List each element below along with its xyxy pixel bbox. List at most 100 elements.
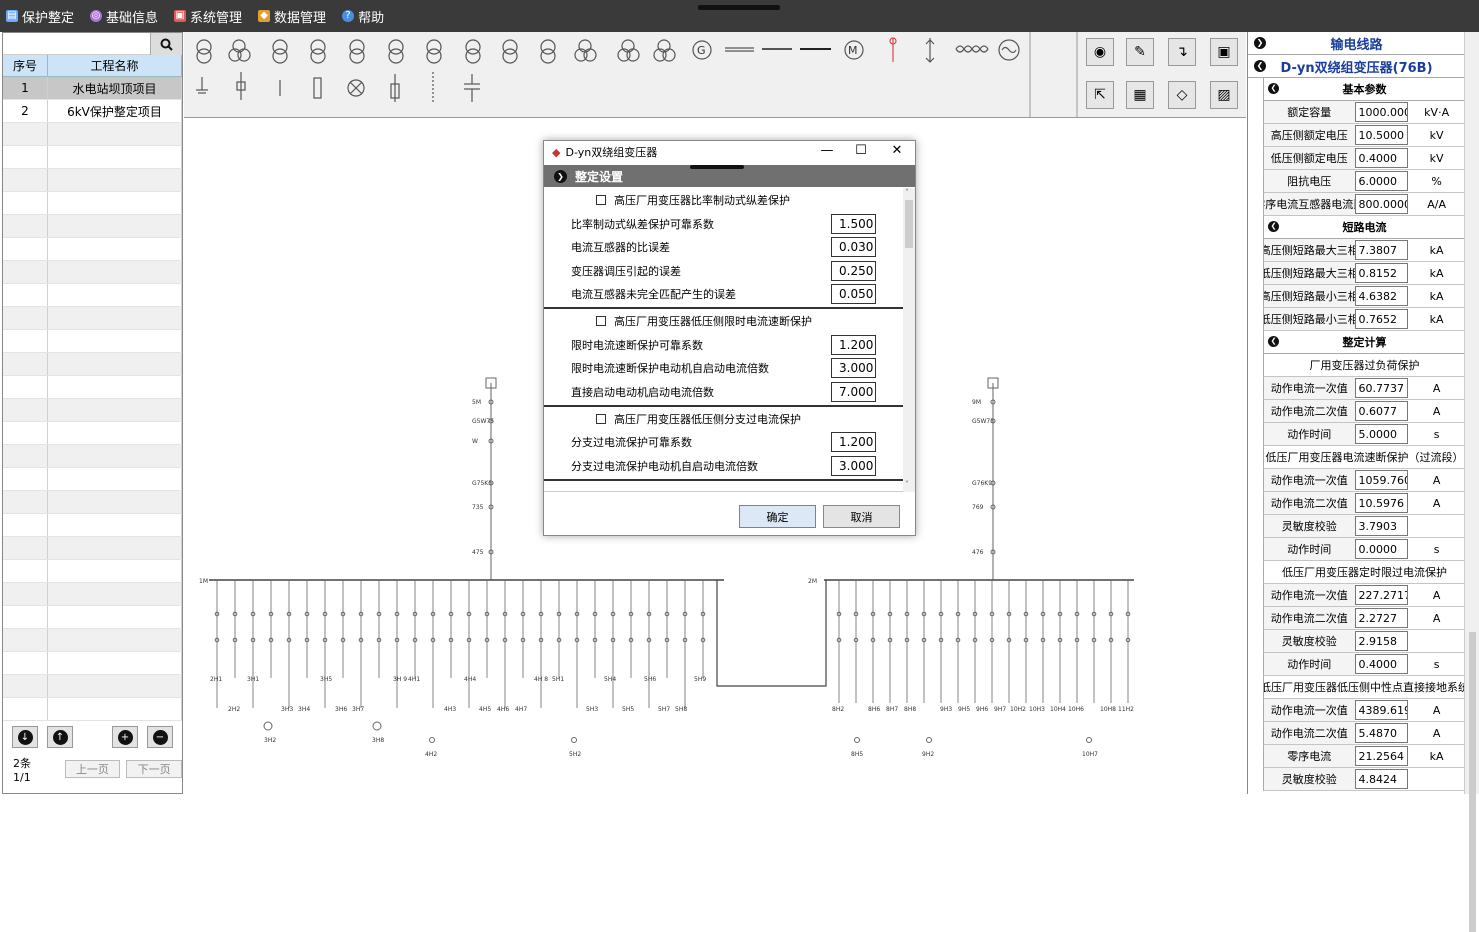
ground-icon[interactable]	[196, 77, 208, 94]
transformer-dy-icon[interactable]	[426, 39, 442, 64]
image-export-button[interactable]: ▨	[1210, 81, 1238, 109]
property-value[interactable]: 227.2717	[1354, 585, 1409, 605]
property-value[interactable]: 800.0000	[1354, 194, 1409, 214]
group-title-row[interactable]: 高压厂用变压器低压侧限时电流速断保护	[544, 309, 903, 333]
transformer-yy-icon[interactable]	[349, 39, 365, 64]
property-value[interactable]: 2.9158	[1354, 631, 1409, 651]
setting-input[interactable]: 1.500	[831, 213, 876, 234]
add-project-button[interactable]: +	[112, 726, 138, 748]
transformer-tap-icon[interactable]	[388, 39, 404, 64]
section-header[interactable]: ❮ 整定计算	[1263, 331, 1465, 354]
menu-system-management[interactable]: ▣ 系统管理	[174, 7, 242, 26]
property-value[interactable]: 1000.0000	[1354, 102, 1409, 122]
generator-icon[interactable]: G	[692, 40, 712, 60]
property-value[interactable]: 4389.6190	[1354, 700, 1409, 720]
transformer-symbol-icon[interactable]	[196, 39, 212, 64]
property-value[interactable]: 0.4000	[1354, 654, 1409, 674]
menu-data-management[interactable]: ◆ 数据管理	[258, 7, 326, 26]
setting-input[interactable]: 0.050	[831, 284, 876, 305]
property-value[interactable]: 4.8424	[1354, 769, 1409, 789]
group-checkbox[interactable]	[596, 316, 606, 326]
prev-page-button[interactable]: 上一页	[64, 760, 121, 778]
property-value[interactable]: 10.5000	[1354, 125, 1409, 145]
property-value[interactable]: 5.0000	[1354, 424, 1409, 444]
property-value[interactable]: 0.7652	[1354, 309, 1409, 329]
next-page-button[interactable]: 下一页	[126, 760, 182, 778]
ac-source-icon[interactable]	[998, 39, 1020, 61]
transformer-adj-icon[interactable]	[502, 39, 518, 64]
property-value[interactable]: 6.0000	[1354, 171, 1409, 191]
code-button[interactable]: ◇	[1168, 81, 1196, 109]
property-value[interactable]: 0.8152	[1354, 263, 1409, 283]
property-value[interactable]: 4.6382	[1354, 286, 1409, 306]
ok-button[interactable]: 确定	[739, 505, 816, 528]
property-value[interactable]: 10.5976	[1354, 493, 1409, 513]
group-checkbox[interactable]	[596, 413, 606, 424]
setting-input[interactable]: 7.000	[831, 381, 876, 402]
edit-button[interactable]: ✎	[1126, 38, 1154, 66]
line-double-icon[interactable]	[725, 47, 754, 52]
dialog-scroll-thumb[interactable]	[905, 200, 913, 248]
section-header[interactable]: ❮ 短路电流	[1263, 216, 1465, 239]
save-button[interactable]: ▣	[1210, 38, 1238, 66]
property-value[interactable]: 7.3807	[1354, 240, 1409, 260]
dialog-titlebar[interactable]: ◆ D-yn双绕组变压器 — ☐ ✕	[544, 141, 915, 163]
three-winding-d-icon[interactable]	[574, 39, 597, 62]
export-button[interactable]: ⇱	[1086, 81, 1114, 109]
group-title-row[interactable]: 高压厂用变压器比率制动式纵差保护	[544, 188, 903, 212]
table-row[interactable]: 2 6kV保护整定项目	[3, 100, 182, 123]
setting-input[interactable]: 1.200	[831, 334, 876, 355]
fuse-red-icon[interactable]	[889, 37, 897, 62]
menu-help[interactable]: ? 帮助	[342, 7, 384, 26]
property-value[interactable]: 0.6077	[1354, 401, 1409, 421]
section-header[interactable]: ❮ 基本参数	[1263, 78, 1465, 101]
resistor-icon[interactable]	[313, 77, 322, 99]
property-value[interactable]: 60.7737	[1354, 378, 1409, 398]
group-title-row[interactable]: 高压厂用变压器低压侧分支过电流保护	[544, 407, 903, 431]
fuse-icon[interactable]	[390, 74, 400, 102]
motor-icon[interactable]: M	[844, 40, 864, 60]
property-value[interactable]: 21.2564	[1354, 746, 1409, 766]
breaker-x-icon[interactable]	[347, 79, 365, 97]
scroll-thumb[interactable]	[1469, 632, 1476, 932]
property-value[interactable]: 1059.7600	[1354, 470, 1409, 490]
minimize-icon[interactable]: —	[816, 143, 838, 158]
setting-input[interactable]: 3.000	[831, 455, 876, 476]
line-header[interactable]: ❯ 输电线路	[1248, 32, 1465, 55]
scroll-up-icon[interactable]: ˄	[905, 188, 909, 197]
maximize-icon[interactable]: ☐	[850, 143, 872, 158]
transformer-d-icon[interactable]	[310, 39, 326, 64]
cancel-button[interactable]: 取消	[823, 505, 900, 528]
transformer-zig-icon[interactable]	[540, 39, 556, 64]
enter-button[interactable]: ↴	[1168, 38, 1196, 66]
property-value[interactable]: 2.2727	[1354, 608, 1409, 628]
column-header-no[interactable]: 序号	[3, 55, 48, 76]
property-value[interactable]: 3.7903	[1354, 516, 1409, 536]
transformer-y-icon[interactable]	[272, 39, 288, 64]
property-value[interactable]: 5.4870	[1354, 723, 1409, 743]
column-header-name[interactable]: 工程名称	[48, 55, 182, 76]
cable-icon[interactable]	[955, 45, 989, 53]
property-value[interactable]: 0.0000	[1354, 539, 1409, 559]
group-checkbox[interactable]	[596, 195, 606, 205]
transformer-header[interactable]: ❮ D-yn双绕组变压器(76B)	[1248, 55, 1465, 78]
reactor-icon[interactable]	[925, 38, 935, 63]
table-row[interactable]: 1 水电站坝顶项目	[3, 77, 182, 100]
ct-icon[interactable]	[236, 72, 246, 100]
setting-input[interactable]: 0.030	[831, 237, 876, 258]
capacitor-icon[interactable]	[464, 74, 480, 102]
three-winding-y-icon[interactable]	[617, 39, 640, 62]
menu-basic-info[interactable]: ◎ 基础信息	[90, 7, 158, 26]
dialog-grip-handle[interactable]	[690, 165, 744, 169]
remove-project-button[interactable]: −	[147, 726, 173, 748]
setting-input[interactable]: 3.000	[831, 358, 876, 379]
close-icon[interactable]: ✕	[886, 143, 908, 158]
window-grip-handle[interactable]	[698, 5, 780, 10]
menu-protection-setting[interactable]: ▤ 保护整定	[6, 7, 74, 26]
transformer-dd-icon[interactable]	[465, 39, 481, 64]
setting-input[interactable]: 1.200	[831, 432, 876, 453]
properties-scrollbar[interactable]	[1464, 32, 1479, 932]
dialog-scrollbar[interactable]: ˄ ˅	[903, 188, 915, 492]
three-winding-transformer-icon[interactable]	[228, 39, 251, 62]
move-down-button[interactable]: ↓	[12, 726, 38, 748]
